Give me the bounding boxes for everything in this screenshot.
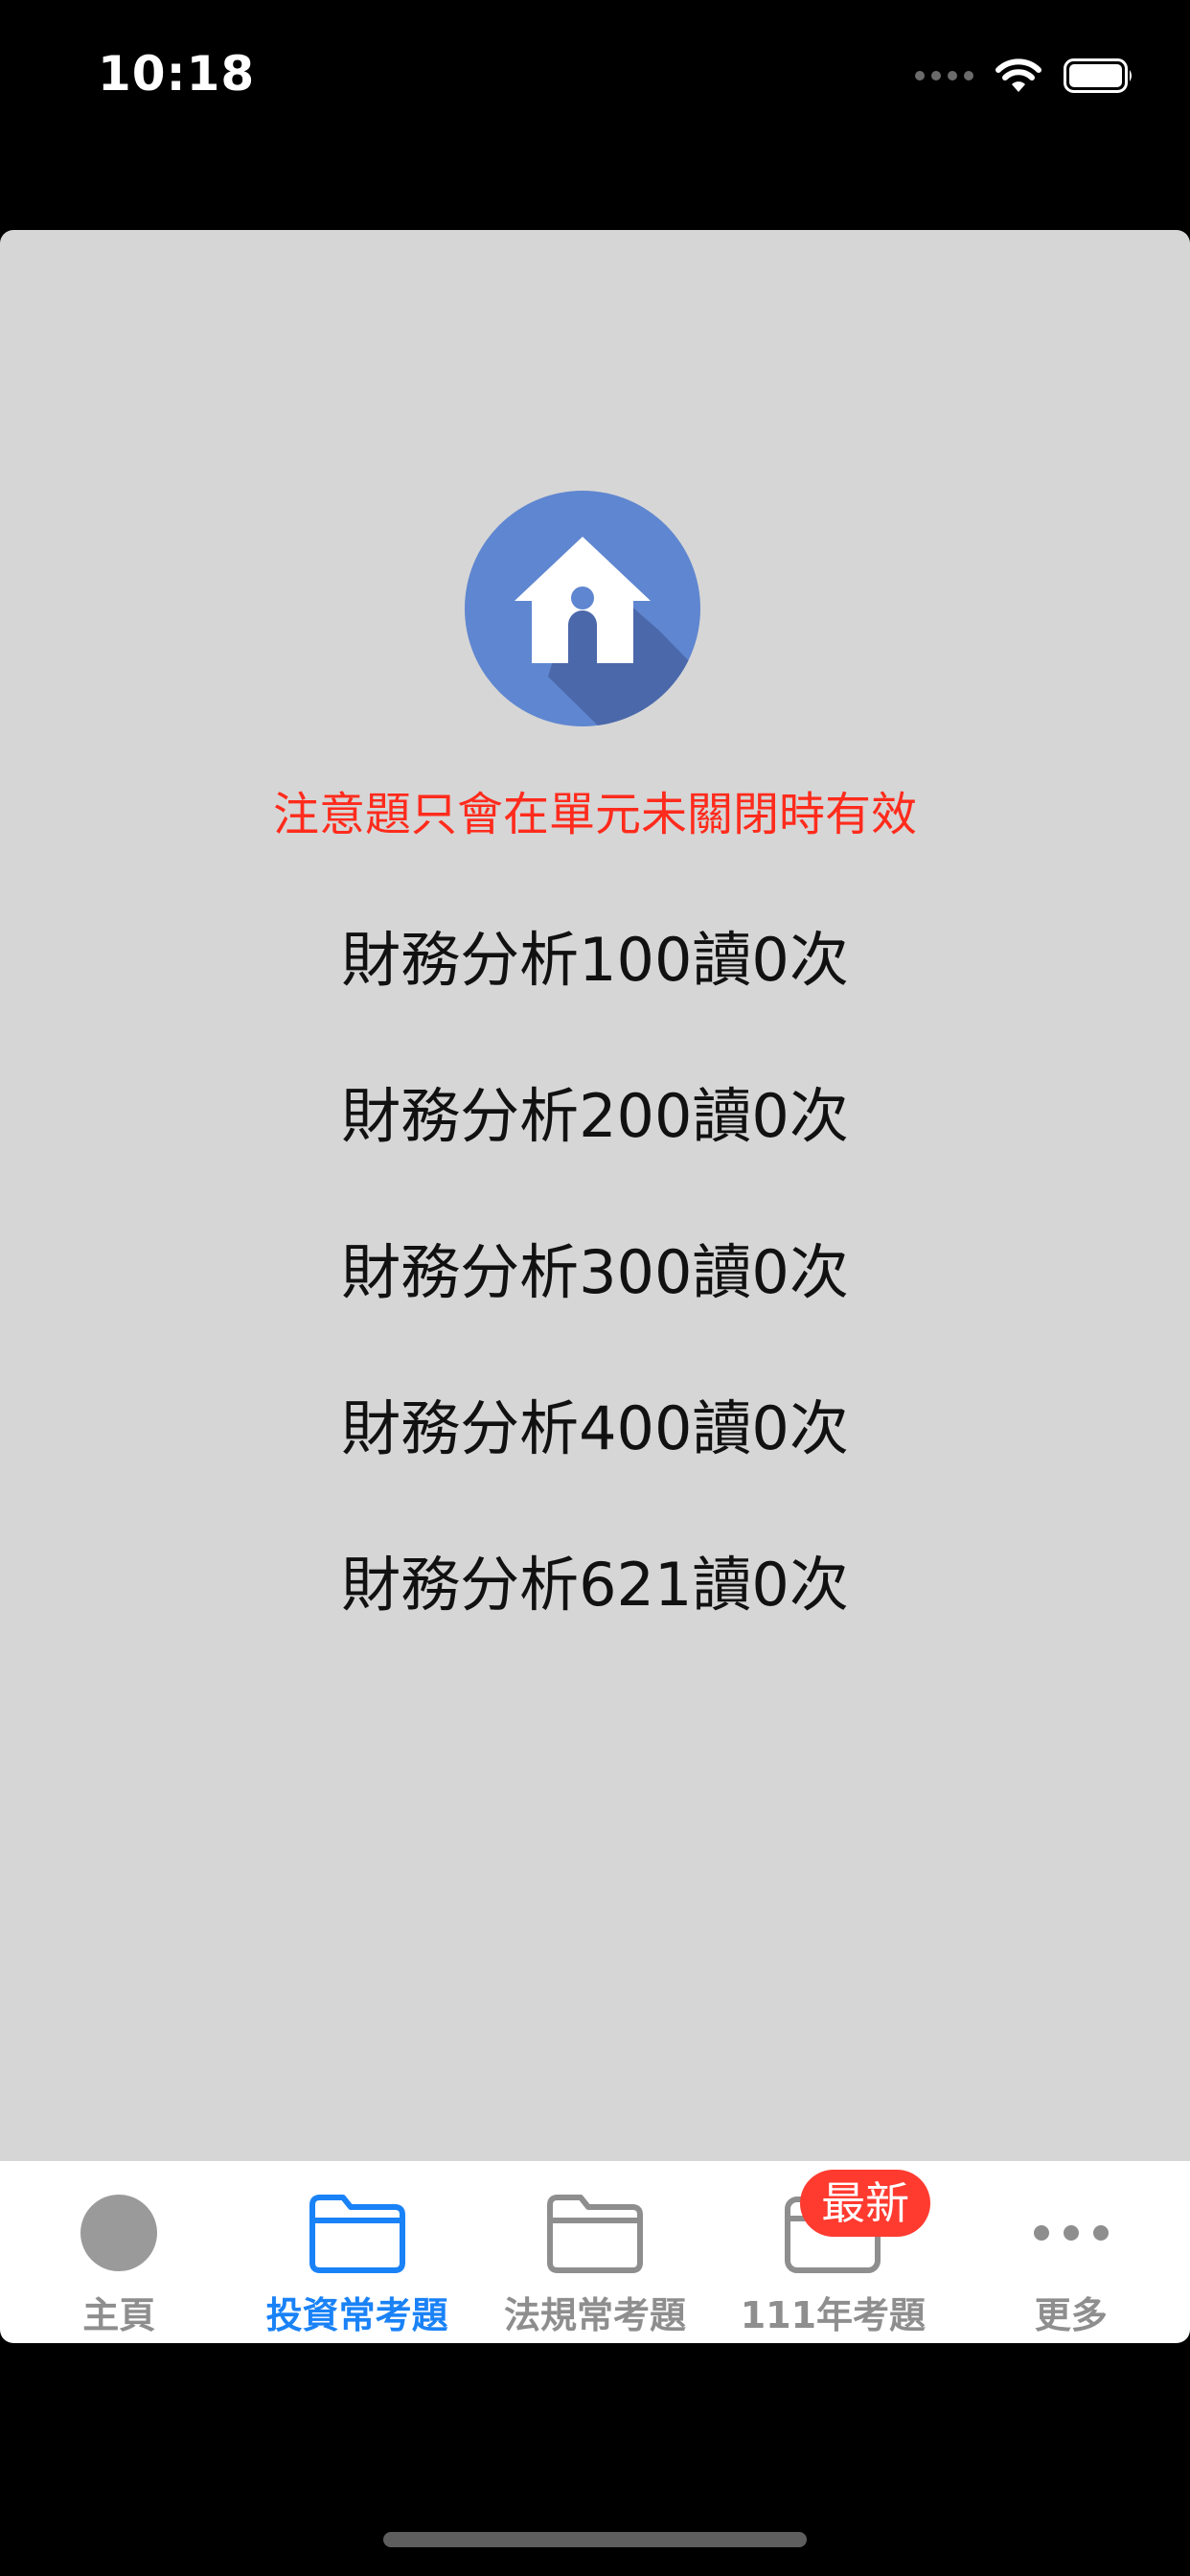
read-item-300[interactable]: 財務分析300讀0次 [0, 1232, 1190, 1389]
circle-icon [80, 2195, 158, 2271]
read-item-200[interactable]: 財務分析200讀0次 [0, 1076, 1190, 1232]
read-item-621[interactable]: 財務分析621讀0次 [0, 1545, 1190, 1701]
tab-regulation-questions[interactable]: 法規常考題 [476, 2161, 714, 2343]
read-list: 財務分析100讀0次 財務分析200讀0次 財務分析300讀0次 財務分析400… [0, 920, 1190, 1701]
tab-bar: 主頁 投資常考題 法規常考題 最新 111年考題 更多 [0, 2161, 1190, 2343]
read-item-100[interactable]: 財務分析100讀0次 [0, 920, 1190, 1076]
tab-label: 更多 [1034, 2294, 1108, 2336]
cellular-signal-icon [915, 71, 973, 80]
status-icons [915, 52, 1134, 100]
battery-icon [1064, 58, 1132, 93]
tab-label: 法規常考題 [503, 2294, 686, 2336]
tab-label: 主頁 [82, 2294, 156, 2336]
tab-investment-questions[interactable]: 投資常考題 [238, 2161, 475, 2343]
folder-icon [309, 2195, 405, 2273]
home-icon[interactable] [465, 491, 700, 726]
content-sheet: 注意題只會在單元未關閉時有效 財務分析100讀0次 財務分析200讀0次 財務分… [0, 230, 1190, 2161]
tab-more[interactable]: 更多 [952, 2161, 1190, 2343]
tab-label: 111年考題 [740, 2294, 927, 2336]
tab-home[interactable]: 主頁 [0, 2161, 238, 2343]
folder-icon [546, 2195, 643, 2273]
status-time: 10:18 [98, 46, 256, 102]
new-badge: 最新 [800, 2170, 931, 2237]
more-icon [1033, 2225, 1109, 2241]
notice-text: 注意題只會在單元未關閉時有效 [272, 788, 917, 841]
status-bar: 10:18 [0, 0, 1190, 153]
read-item-400[interactable]: 財務分析400讀0次 [0, 1389, 1190, 1545]
tab-label: 投資常考題 [265, 2294, 448, 2336]
home-indicator[interactable] [383, 2532, 807, 2547]
wifi-icon [995, 58, 1041, 92]
tab-111-exam[interactable]: 最新 111年考題 [714, 2161, 951, 2343]
